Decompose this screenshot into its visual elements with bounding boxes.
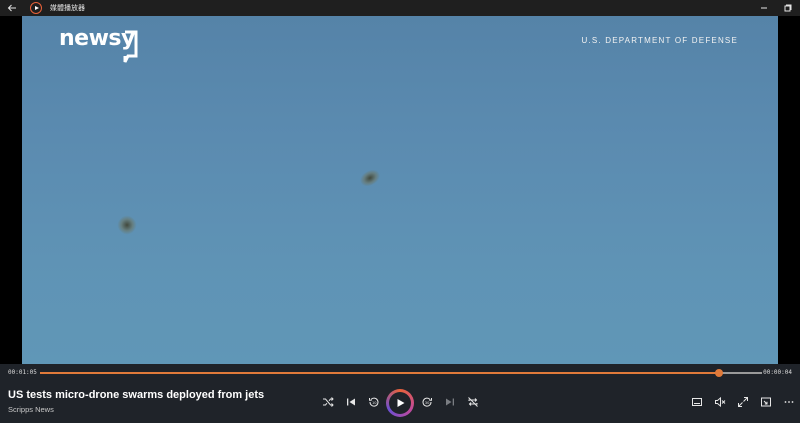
play-icon — [397, 399, 405, 407]
seek-bar[interactable] — [40, 369, 762, 377]
drone-blur-1 — [357, 166, 383, 190]
forward-30-icon[interactable]: 30 — [419, 394, 435, 410]
rewind-10-icon[interactable]: 10 — [366, 394, 382, 410]
app-icon — [30, 2, 42, 14]
play-button[interactable] — [386, 389, 414, 417]
dod-watermark: U.S. DEPARTMENT OF DEFENSE — [581, 36, 738, 45]
remaining-time: 00:00:04 — [763, 369, 792, 376]
previous-icon[interactable] — [343, 394, 359, 410]
elapsed-time: 00:01:05 — [8, 369, 37, 376]
shuffle-icon[interactable] — [320, 394, 336, 410]
back-arrow-icon[interactable] — [0, 0, 24, 16]
next-icon[interactable] — [442, 394, 458, 410]
window-title: 媒體播放器 — [50, 4, 85, 12]
media-source: Scripps News — [8, 405, 54, 414]
seek-bar-fill — [40, 372, 719, 374]
drone-blur-2 — [114, 212, 140, 238]
repeat-off-icon[interactable] — [465, 394, 481, 410]
media-title: US tests micro-drone swarms deployed fro… — [8, 389, 265, 401]
svg-text:30: 30 — [425, 401, 430, 405]
fullscreen-icon[interactable] — [735, 394, 751, 410]
svg-text:10: 10 — [372, 401, 377, 405]
minimize-icon[interactable] — [752, 0, 776, 16]
video-frame[interactable]: newsy U.S. DEPARTMENT OF DEFENSE — [22, 16, 778, 364]
seek-thumb[interactable] — [714, 369, 723, 377]
subtitles-icon[interactable] — [689, 394, 705, 410]
more-icon[interactable] — [781, 394, 797, 410]
mute-icon[interactable] — [712, 394, 728, 410]
player-controls: 00:01:05 00:00:04 US tests micro-drone s… — [0, 364, 800, 423]
restore-icon[interactable] — [776, 0, 800, 16]
title-bar: 媒體播放器 — [0, 0, 800, 16]
logo-bracket-icon — [123, 30, 138, 63]
mini-player-icon[interactable] — [758, 394, 774, 410]
